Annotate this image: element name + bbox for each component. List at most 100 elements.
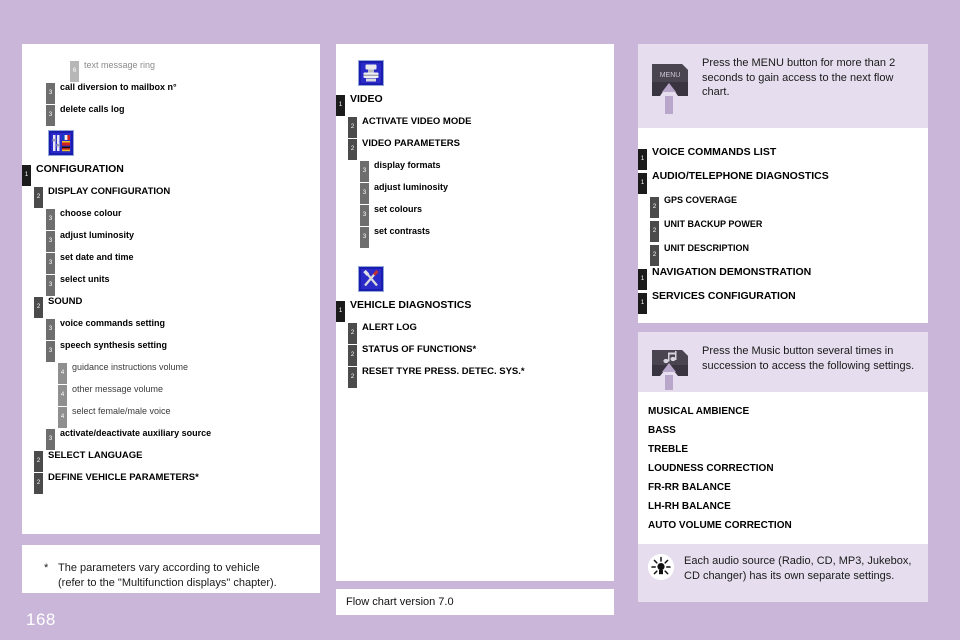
flow-row[interactable]: 2 GPS COVERAGE xyxy=(638,188,928,218)
middle-column: 1 VIDEO 2 ACTIVATE VIDEO MODE 2 VIDEO PA… xyxy=(336,44,614,615)
flow-row-label: activate/deactivate auxiliary source xyxy=(60,428,212,438)
flow-row-label: adjust luminosity xyxy=(374,182,449,192)
flow-row-label: text message ring xyxy=(84,60,156,70)
flow-row-label: STATUS OF FUNCTIONS* xyxy=(362,343,477,355)
list-item[interactable]: AUTO VOLUME CORRECTION xyxy=(648,516,928,535)
footnote-line-2: (refer to the "Multifunction displays" c… xyxy=(58,577,277,589)
flow-row[interactable]: 2 SOUND xyxy=(22,290,320,318)
flow-row[interactable]: 6 text message ring xyxy=(22,54,320,82)
flow-row[interactable]: 2 STATUS OF FUNCTIONS* xyxy=(336,338,614,366)
flow-row[interactable]: 3 delete calls log xyxy=(22,98,320,126)
music-settings-panel: MUSICAL AMBIENCE BASS TREBLE LOUDNESS CO… xyxy=(638,392,928,544)
flow-row[interactable]: 3 activate/deactivate auxiliary source xyxy=(22,422,320,450)
flow-row[interactable]: 2 SELECT LANGUAGE xyxy=(22,444,320,472)
flow-row-label: set colours xyxy=(374,204,423,214)
flow-row[interactable]: 3 set contrasts xyxy=(336,220,614,248)
level-badge: 1 xyxy=(638,293,647,314)
flow-row-label: SOUND xyxy=(48,295,83,307)
flow-row-label: call diversion to mailbox n° xyxy=(60,82,177,92)
right-column: MENU Press the MENU button for more than… xyxy=(638,44,928,602)
flow-row-label: other message volume xyxy=(72,384,164,394)
list-item[interactable]: LOUDNESS CORRECTION xyxy=(648,459,928,478)
flow-row[interactable]: 1 CONFIGURATION xyxy=(22,158,320,186)
music-callout-text: Press the Music button several times in … xyxy=(702,345,915,372)
flow-row[interactable]: 4 other message volume xyxy=(22,378,320,406)
list-item[interactable]: FR-RR BALANCE xyxy=(648,478,928,497)
flow-row[interactable]: 4 guidance instructions volume xyxy=(22,356,320,384)
menu-callout-text: Press the MENU button for more than 2 se… xyxy=(702,57,896,98)
flow-row[interactable]: 3 call diversion to mailbox n° xyxy=(22,76,320,104)
flow-row-label: SELECT LANGUAGE xyxy=(48,449,143,461)
flow-row[interactable]: 3 set colours xyxy=(336,198,614,226)
level-badge: 3 xyxy=(360,227,369,248)
flow-row[interactable]: 3 choose colour xyxy=(22,202,320,230)
flow-row-label: SERVICES CONFIGURATION xyxy=(652,290,796,302)
flow-row-label: VOICE COMMANDS LIST xyxy=(652,146,777,158)
flow-row[interactable]: 1 VOICE COMMANDS LIST xyxy=(638,140,928,170)
flow-row[interactable]: 3 voice commands setting xyxy=(22,312,320,340)
flow-row-label: delete calls log xyxy=(60,104,125,114)
flow-row-label: select female/male voice xyxy=(72,406,171,416)
level-badge: 2 xyxy=(348,367,357,388)
list-item[interactable]: BASS xyxy=(648,421,928,440)
flow-row[interactable]: 3 set date and time xyxy=(22,246,320,274)
flow-row[interactable]: 2 ALERT LOG xyxy=(336,316,614,344)
flow-row-label: RESET TYRE PRESS. DETEC. SYS.* xyxy=(362,365,525,377)
flow-row[interactable]: 2 DISPLAY CONFIGURATION xyxy=(22,180,320,208)
flow-row[interactable]: 2 UNIT BACKUP POWER xyxy=(638,212,928,242)
flow-row[interactable]: 1 VEHICLE DIAGNOSTICS xyxy=(336,294,614,322)
footnote-line-1: The parameters vary according to vehicle xyxy=(58,562,260,574)
bulb-icon xyxy=(648,554,674,580)
flow-row[interactable]: 2 VIDEO PARAMETERS xyxy=(336,132,614,160)
flow-chart-version-bar: Flow chart version 7.0 xyxy=(336,589,614,615)
configuration-icon xyxy=(48,130,74,156)
flow-row-label: set contrasts xyxy=(374,226,431,236)
flow-row-label: VIDEO xyxy=(350,93,383,105)
audio-source-tip-text: Each audio source (Radio, CD, MP3, Jukeb… xyxy=(684,555,912,582)
flow-row-label: select units xyxy=(60,274,110,284)
flow-row[interactable]: 3 adjust luminosity xyxy=(336,176,614,204)
flow-row[interactable]: 1 VIDEO xyxy=(336,88,614,116)
menu-callout: MENU Press the MENU button for more than… xyxy=(638,44,928,128)
list-item[interactable]: MUSICAL AMBIENCE xyxy=(648,402,928,421)
flow-row-label: AUDIO/TELEPHONE DIAGNOSTICS xyxy=(652,170,829,182)
left-column: 6 text message ring 3 call diversion to … xyxy=(22,44,320,593)
flow-row[interactable]: 2 RESET TYRE PRESS. DETEC. SYS.* xyxy=(336,360,614,388)
video-flow-list: 1 VIDEO 2 ACTIVATE VIDEO MODE 2 VIDEO PA… xyxy=(336,60,614,388)
video-diagnostics-panel: 1 VIDEO 2 ACTIVATE VIDEO MODE 2 VIDEO PA… xyxy=(336,44,614,581)
list-item[interactable]: LH-RH BALANCE xyxy=(648,497,928,516)
flow-row[interactable]: 3 display formats xyxy=(336,154,614,182)
flow-row-label: guidance instructions volume xyxy=(72,362,189,372)
page-number: 168 xyxy=(26,610,56,629)
flow-row-label: set date and time xyxy=(60,252,134,262)
flow-row[interactable]: 3 speech synthesis setting xyxy=(22,334,320,362)
flow-row-label: UNIT BACKUP POWER xyxy=(664,219,763,229)
menu-flow-list: 1 VOICE COMMANDS LIST 1 AUDIO/TELEPHONE … xyxy=(638,140,928,314)
flow-row[interactable]: 2 UNIT DESCRIPTION xyxy=(638,236,928,266)
flow-row[interactable]: 1 NAVIGATION DEMONSTRATION xyxy=(638,260,928,290)
flow-row[interactable]: 1 SERVICES CONFIGURATION xyxy=(638,284,928,314)
flow-row-label: ALERT LOG xyxy=(362,321,417,333)
audio-source-tip: Each audio source (Radio, CD, MP3, Jukeb… xyxy=(638,544,928,602)
menu-button-icon: MENU xyxy=(648,56,694,123)
flow-row[interactable]: 2 ACTIVATE VIDEO MODE xyxy=(336,110,614,138)
music-button-icon xyxy=(648,344,694,399)
flow-row-label: CONFIGURATION xyxy=(36,163,124,175)
level-badge: 2 xyxy=(34,473,43,494)
flow-chart-page: 6 text message ring 3 call diversion to … xyxy=(0,0,960,640)
flow-row-label: display formats xyxy=(374,160,441,170)
flow-row-label: VIDEO PARAMETERS xyxy=(362,137,461,149)
flow-row-label: adjust luminosity xyxy=(60,230,135,240)
flow-row[interactable]: 1 AUDIO/TELEPHONE DIAGNOSTICS xyxy=(638,164,928,194)
flow-row-label: GPS COVERAGE xyxy=(664,195,738,205)
list-item[interactable]: TREBLE xyxy=(648,440,928,459)
flow-row[interactable]: 4 select female/male voice xyxy=(22,400,320,428)
configuration-panel: 6 text message ring 3 call diversion to … xyxy=(22,44,320,534)
flow-row-label: UNIT DESCRIPTION xyxy=(664,243,750,253)
flow-row[interactable]: 2 DEFINE VEHICLE PARAMETERS* xyxy=(22,466,320,494)
footnote-marker: * xyxy=(44,562,49,574)
flow-row[interactable]: 3 adjust luminosity xyxy=(22,224,320,252)
flow-row[interactable]: 3 select units xyxy=(22,268,320,296)
footnote-panel: * The parameters vary according to vehic… xyxy=(22,545,320,593)
flow-row-label: choose colour xyxy=(60,208,122,218)
